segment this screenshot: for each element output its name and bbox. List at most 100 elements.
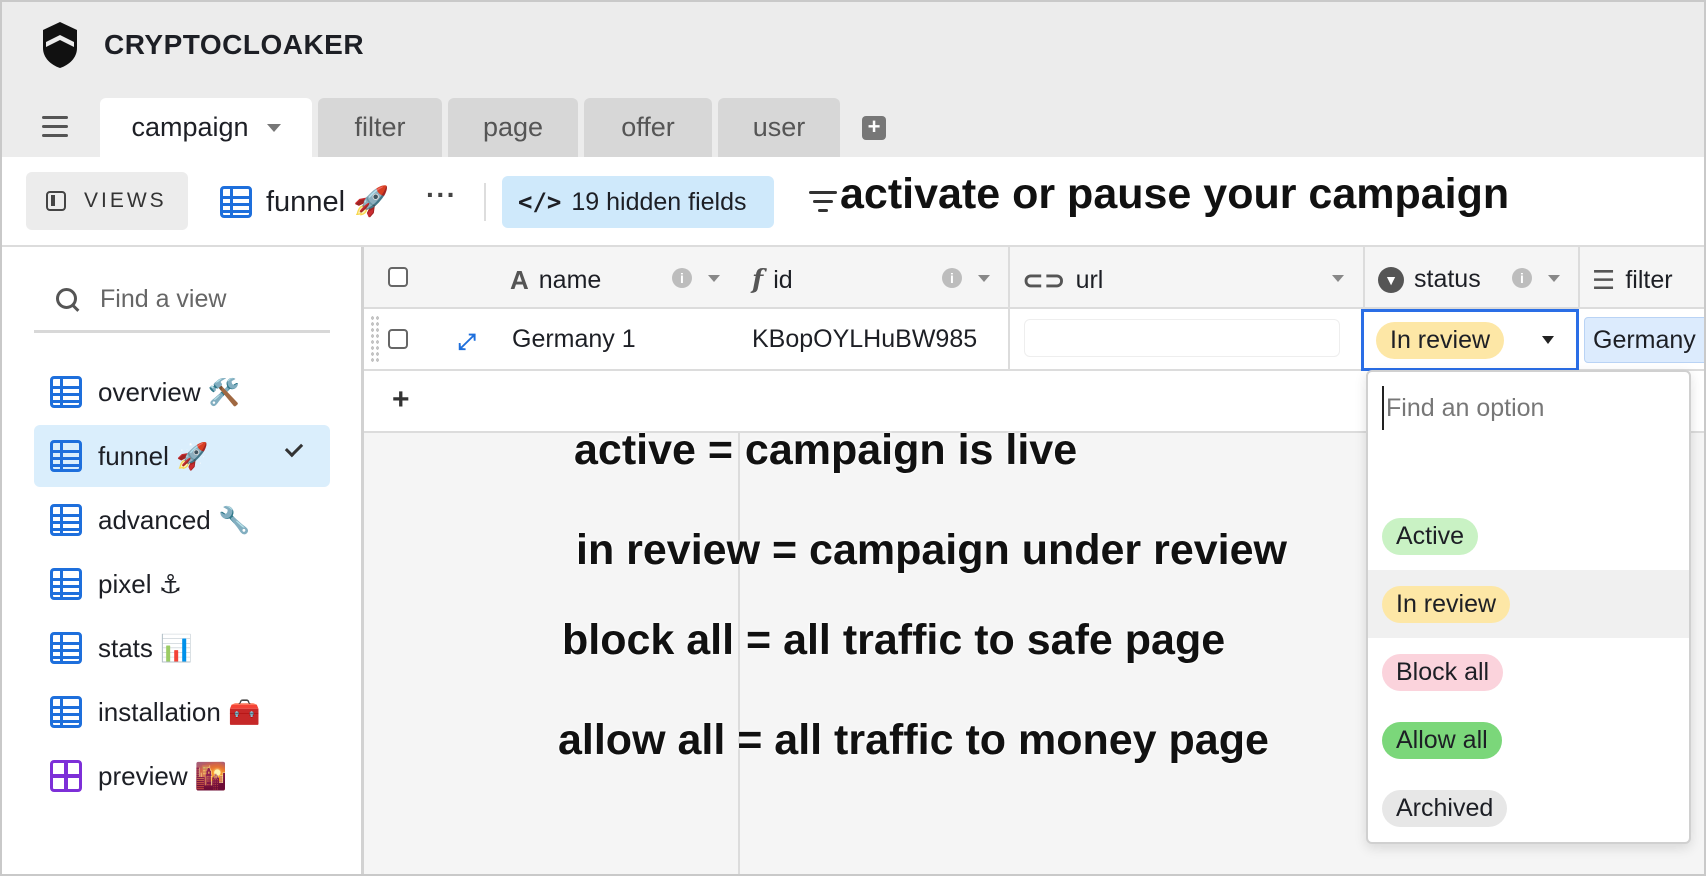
grid-view-icon [50,568,82,600]
column-label: id [773,265,793,294]
grid-view-icon [50,376,82,408]
more-options-icon[interactable]: ··· [426,179,457,211]
option-allow-all[interactable]: Allow all [1368,706,1689,774]
link-icon: ⊂⊃ [1022,265,1066,295]
cell-status[interactable]: In review [1361,309,1579,371]
select-all-checkbox[interactable] [388,267,408,287]
status-options-dropdown: Active In review Block all Allow all Arc… [1366,370,1691,844]
sidebar-item-label: stats 📊 [98,632,193,663]
caption-active: active = campaign is live [574,426,1078,474]
option-pill: Block all [1382,653,1504,691]
linked-record-chip: Germany [1593,326,1696,354]
column-label: name [538,266,602,294]
grid-view-icon [50,696,82,728]
cell-url[interactable] [1024,319,1340,357]
cell-filter[interactable]: Germany [1584,317,1704,363]
filter-icon[interactable] [808,191,838,215]
brand: CRYPTOCLOAKER [40,20,364,70]
chevron-down-icon[interactable] [708,275,720,282]
sidebar-item-label: pixel ⚓ [98,568,183,599]
column-divider [1363,247,1365,309]
cell-id[interactable]: KBopOYLHuBW985 [752,325,977,354]
sidebar-item-label: preview 🌇 [98,760,228,791]
option-search-input[interactable] [1382,386,1672,430]
grid-view-icon [220,186,252,218]
sidebar-item-stats[interactable]: stats 📊 [34,617,330,679]
add-table-icon[interactable]: + [862,116,886,140]
text-field-icon: A [510,265,529,295]
sidebar-item-pixel[interactable]: pixel ⚓ [34,553,330,615]
tab-label: user [752,112,806,142]
column-label: status [1414,265,1481,293]
chevron-down-icon[interactable] [1542,336,1554,344]
column-divider [1008,247,1010,309]
tab-campaign[interactable]: campaign [100,98,312,157]
views-toggle-button[interactable]: VIEWS [26,172,188,230]
gallery-view-icon [50,760,82,792]
column-label: url [1075,266,1104,294]
caption-allow-all: allow all = all traffic to money page [558,716,1269,764]
option-pill: Active [1382,517,1479,555]
option-active[interactable]: Active [1368,502,1689,570]
option-archived[interactable]: Archived [1368,774,1689,842]
info-icon[interactable]: i [942,268,962,288]
caption-top: activate or pause your campaign [840,170,1510,218]
add-record-icon[interactable]: + [392,383,410,417]
current-view-selector[interactable]: funnel 🚀 [220,185,389,219]
cell-name[interactable]: Germany 1 [512,325,636,354]
app-window: CRYPTOCLOAKER campaign filter page offer… [0,0,1706,876]
grid-view-icon [50,504,82,536]
caption-block-all: block all = all traffic to safe page [562,616,1226,664]
sidebar-item-advanced[interactable]: advanced 🔧 [34,489,330,551]
hidden-fields-label: 19 hidden fields [571,187,747,216]
chevron-down-icon[interactable] [1332,275,1344,282]
column-header-name[interactable]: A name [510,265,601,296]
info-icon[interactable]: i [672,268,692,288]
sidebar-item-overview[interactable]: overview 🛠️ [34,361,330,423]
column-header-url[interactable]: ⊂⊃ url [1022,265,1103,296]
hidden-fields-button[interactable]: </> 19 hidden fields [502,176,774,228]
shield-logo-icon [43,22,77,68]
option-in-review[interactable]: In review [1368,570,1689,638]
grid-view-icon [50,632,82,664]
table-row[interactable]: ⤢ Germany 1 KBopOYLHuBW985 In review Ger… [364,309,1704,371]
column-header-id[interactable]: f id [752,265,793,295]
views-label: VIEWS [84,189,167,212]
top-bar: CRYPTOCLOAKER campaign filter page offer… [2,2,1704,157]
grid-view-icon [50,440,82,472]
sidebar-item-label: funnel 🚀 [98,440,209,471]
expand-record-icon[interactable]: ⤢ [458,329,476,355]
search-icon [56,287,80,312]
linked-record-icon: ☰ [1592,265,1616,295]
tab-offer[interactable]: offer [584,98,712,157]
view-search[interactable] [34,269,330,333]
column-header-filter[interactable]: ☰ filter [1592,265,1673,296]
sidebar-item-preview[interactable]: preview 🌇 [34,745,330,807]
sidebar-item-funnel[interactable]: funnel 🚀 [34,425,330,487]
column-divider [1008,309,1010,371]
formula-icon: f [752,265,764,295]
tab-user[interactable]: user [718,98,840,157]
drag-handle-icon[interactable] [370,315,380,363]
tab-filter[interactable]: filter [318,98,442,157]
option-pill: In review [1382,585,1511,623]
chevron-down-icon[interactable] [266,123,281,132]
checkmark-icon [284,438,304,458]
row-checkbox[interactable] [388,329,408,349]
search-input[interactable] [100,285,320,314]
sidebar-item-label: overview 🛠️ [98,376,241,407]
option-block-all[interactable]: Block all [1368,638,1689,706]
hide-fields-icon: </> [518,188,562,216]
hamburger-menu-icon[interactable] [42,116,78,142]
option-pill: Archived [1382,789,1508,827]
chevron-down-icon[interactable] [978,275,990,282]
column-label: filter [1625,266,1673,294]
sidebar-item-installation[interactable]: installation 🧰 [34,681,330,743]
chevron-down-icon[interactable] [1548,275,1560,282]
info-icon[interactable]: i [1512,268,1532,288]
brand-name: CRYPTOCLOAKER [104,29,365,60]
single-select-icon: ▼ [1378,266,1404,293]
tab-page[interactable]: page [448,98,578,157]
column-header-status[interactable]: ▼ status [1378,265,1481,294]
sidebar-panel-icon [46,191,66,211]
